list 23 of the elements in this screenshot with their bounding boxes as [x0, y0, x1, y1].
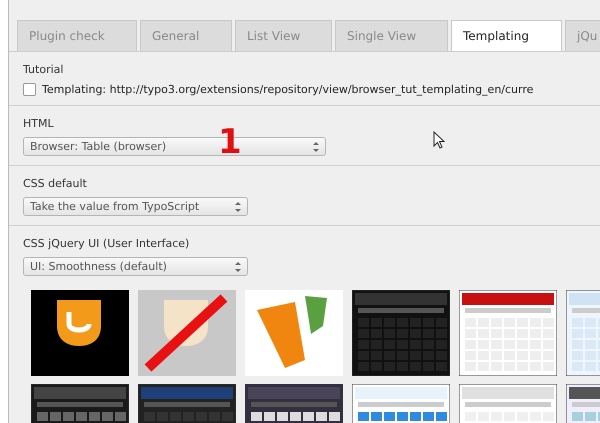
calendar-theme-thumbnail[interactable] — [352, 290, 450, 376]
up-down-arrows-icon — [313, 142, 319, 152]
tab[interactable]: Templating — [451, 20, 562, 51]
calendar-theme-thumbnail[interactable] — [459, 290, 557, 376]
section-heading: CSS default — [23, 177, 88, 190]
section-heading: CSS jQuery UI (User Interface) — [23, 237, 190, 250]
up-down-arrows-icon — [235, 202, 241, 212]
tab[interactable]: List View — [235, 20, 332, 51]
checkbox-label: Templating: http://typo3.org/extensions/repository/view/browser_tut_templating_en/curre — [42, 83, 534, 96]
tab[interactable]: Single View — [335, 20, 448, 51]
tab[interactable]: jQu — [565, 20, 600, 51]
select-field[interactable]: UI: Smoothness (default) — [23, 257, 248, 276]
logo-theme-thumbnail[interactable] — [31, 290, 129, 376]
tab[interactable]: Plugin check — [17, 20, 137, 51]
mouse-pointer-icon — [433, 131, 445, 149]
checkbox[interactable] — [23, 83, 36, 96]
section-heading: Tutorial — [23, 63, 64, 76]
leaf-logo-thumbnail[interactable] — [245, 290, 343, 376]
section-heading: HTML — [23, 117, 55, 130]
crossed-logo-thumbnail[interactable] — [138, 290, 236, 376]
tab[interactable]: General — [140, 20, 232, 51]
select-field[interactable]: Take the value from TypoScript — [23, 197, 248, 216]
up-down-arrows-icon — [235, 262, 241, 272]
